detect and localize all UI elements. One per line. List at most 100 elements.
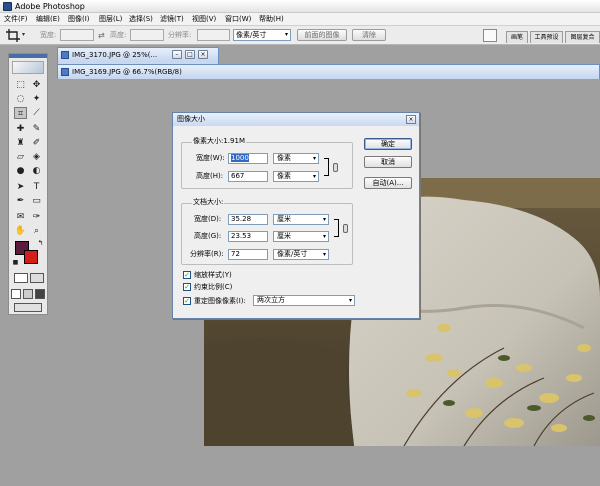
document-titlebar[interactable]: IMG_3170.JPG @ 25%(... – □ × xyxy=(58,48,218,62)
screen-mode-standard-icon[interactable] xyxy=(11,289,21,299)
document-titlebar[interactable]: IMG_3169.JPG @ 66.7%(RGB/8) xyxy=(58,65,599,79)
resolution-value: 72 xyxy=(231,250,240,258)
chevron-down-icon: ▾ xyxy=(284,31,288,38)
background-color-swatch[interactable] xyxy=(24,250,38,264)
type-tool-icon[interactable]: T xyxy=(30,181,43,193)
resolution-unit-value: 像素/英寸 xyxy=(236,31,267,39)
jump-to-imageready-icon[interactable] xyxy=(14,303,42,312)
clear-button[interactable]: 清除 xyxy=(352,29,386,41)
eraser-tool-icon[interactable]: ▱ xyxy=(14,151,27,163)
pen-tool-icon[interactable]: ✒ xyxy=(14,195,27,207)
close-icon[interactable]: × xyxy=(406,115,416,124)
dialog-title: 图像大小 xyxy=(177,115,205,123)
screen-mode-full-icon[interactable] xyxy=(35,289,45,299)
brush-tool-icon[interactable]: ✎ xyxy=(30,123,43,135)
doc-constrain-bracket xyxy=(334,219,339,237)
move-tool-icon[interactable]: ✥ xyxy=(30,79,43,91)
maximize-button[interactable]: □ xyxy=(185,50,195,59)
resolution-option-field[interactable] xyxy=(197,29,230,41)
resample-checkbox[interactable]: ✓ xyxy=(183,297,191,305)
document-icon xyxy=(61,68,69,76)
hand-tool-icon[interactable]: ✋ xyxy=(14,225,27,237)
document-window-img3170[interactable]: IMG_3170.JPG @ 25%(... – □ × xyxy=(57,47,219,65)
doc-height-unit-value: 厘米 xyxy=(277,232,291,240)
eyedropper-tool-icon[interactable]: ✑ xyxy=(30,211,43,223)
width-option-label: 宽度: xyxy=(40,31,57,39)
feather-logo-icon[interactable] xyxy=(12,61,44,74)
pixel-width-label: 宽度(W): xyxy=(196,154,225,162)
menu-edit[interactable]: 编辑(E) xyxy=(36,14,60,25)
pixel-height-input[interactable]: 667 xyxy=(228,171,268,182)
front-image-button[interactable]: 前面的图像 xyxy=(297,29,347,41)
palette-well-icon[interactable] xyxy=(483,29,497,42)
swap-icon[interactable]: ⇄ xyxy=(98,31,105,40)
menu-select[interactable]: 选择(S) xyxy=(129,14,153,25)
pixel-dimensions-label: 像素大小:1.91M xyxy=(192,137,246,146)
tab-tool-presets[interactable]: 工具预设 xyxy=(530,31,563,43)
cancel-button[interactable]: 取消 xyxy=(364,156,412,168)
chain-link-icon xyxy=(343,224,348,233)
doc-width-unit-select[interactable]: 厘米 ▾ xyxy=(273,214,329,225)
width-option-field[interactable] xyxy=(60,29,94,41)
menu-help[interactable]: 帮助(H) xyxy=(259,14,284,25)
menu-window[interactable]: 窗口(W) xyxy=(225,14,251,25)
menu-view[interactable]: 视图(V) xyxy=(192,14,216,25)
auto-button[interactable]: 自动(A)... xyxy=(364,177,412,189)
close-button[interactable]: × xyxy=(198,50,208,59)
resample-method-select[interactable]: 两次立方 ▾ xyxy=(253,295,355,306)
screen-mode-full-menu-icon[interactable] xyxy=(23,289,33,299)
lasso-tool-icon[interactable]: ◌ xyxy=(14,93,27,105)
menu-file[interactable]: 文件(F) xyxy=(4,14,28,25)
history-brush-tool-icon[interactable]: ✐ xyxy=(30,137,43,149)
quick-mask-mode-icon[interactable] xyxy=(30,273,44,283)
rectangle-tool-icon[interactable]: ▭ xyxy=(30,195,43,207)
tool-preset-dropdown-icon[interactable]: ▾ xyxy=(22,31,25,38)
ok-button[interactable]: 确定 xyxy=(364,138,412,150)
resolution-unit-select[interactable]: 像素/英寸 ▾ xyxy=(273,249,329,260)
menu-image[interactable]: 图像(I) xyxy=(68,14,90,25)
dialog-titlebar[interactable]: 图像大小 × xyxy=(173,113,419,126)
minimize-button[interactable]: – xyxy=(172,50,182,59)
pixel-height-unit-select[interactable]: 像素 ▾ xyxy=(273,171,319,182)
scale-styles-checkbox-row[interactable]: ✓ 缩放样式(Y) xyxy=(183,270,263,280)
slice-tool-icon[interactable]: ⟋ xyxy=(30,107,43,119)
default-colors-icon[interactable]: ■ xyxy=(9,257,22,269)
crop-tool-icon[interactable] xyxy=(6,29,20,42)
crop-tool-icon[interactable]: ⌗ xyxy=(14,107,27,119)
height-option-field[interactable] xyxy=(130,29,164,41)
toolbox-grip[interactable] xyxy=(9,54,47,58)
menu-layer[interactable]: 图层(L) xyxy=(99,14,122,25)
notes-tool-icon[interactable]: ✉ xyxy=(14,211,27,223)
pixel-width-unit-value: 像素 xyxy=(277,154,291,162)
magic-wand-tool-icon[interactable]: ✦ xyxy=(30,93,43,105)
path-selection-tool-icon[interactable]: ➤ xyxy=(14,181,27,193)
scale-styles-checkbox[interactable]: ✓ xyxy=(183,271,191,279)
clone-stamp-tool-icon[interactable]: ♜ xyxy=(14,137,27,149)
constrain-proportions-checkbox[interactable]: ✓ xyxy=(183,283,191,291)
menu-bar: 文件(F) 编辑(E) 图像(I) 图层(L) 选择(S) 滤镜(T) 视图(V… xyxy=(0,13,600,26)
dodge-tool-icon[interactable]: ◐ xyxy=(30,165,43,177)
healing-brush-tool-icon[interactable]: ✚ xyxy=(14,123,27,135)
doc-height-value: 23.53 xyxy=(231,232,252,240)
resample-checkbox-row[interactable]: ✓ 重定图像像素(I): xyxy=(183,296,259,306)
resolution-unit-select[interactable]: 像素/英寸 ▾ xyxy=(233,29,291,41)
constrain-proportions-checkbox-row[interactable]: ✓ 约束比例(C) xyxy=(183,282,263,292)
standard-mode-icon[interactable] xyxy=(14,273,28,283)
height-option-label: 高度: xyxy=(110,31,127,39)
zoom-tool-icon[interactable]: ⌕ xyxy=(30,225,43,237)
resolution-unit-value: 像素/英寸 xyxy=(277,250,308,258)
menu-filter[interactable]: 滤镜(T) xyxy=(160,14,184,25)
swap-colors-icon[interactable]: ↰ xyxy=(34,237,47,249)
doc-height-unit-select[interactable]: 厘米 ▾ xyxy=(273,231,329,242)
resolution-input[interactable]: 72 xyxy=(228,249,268,260)
doc-height-input[interactable]: 23.53 xyxy=(228,231,268,242)
marquee-tool-icon[interactable]: ⬚ xyxy=(14,79,27,91)
pixel-width-input[interactable]: 1000 xyxy=(228,153,268,164)
doc-width-input[interactable]: 35.28 xyxy=(228,214,268,225)
paint-bucket-tool-icon[interactable]: ◈ xyxy=(30,151,43,163)
pixel-width-unit-select[interactable]: 像素 ▾ xyxy=(273,153,319,164)
tab-brushes[interactable]: 画笔 xyxy=(506,31,528,43)
blur-tool-icon[interactable]: ● xyxy=(14,165,27,177)
tab-layer-comps[interactable]: 图层复合 xyxy=(565,31,600,43)
doc-width-unit-value: 厘米 xyxy=(277,215,291,223)
